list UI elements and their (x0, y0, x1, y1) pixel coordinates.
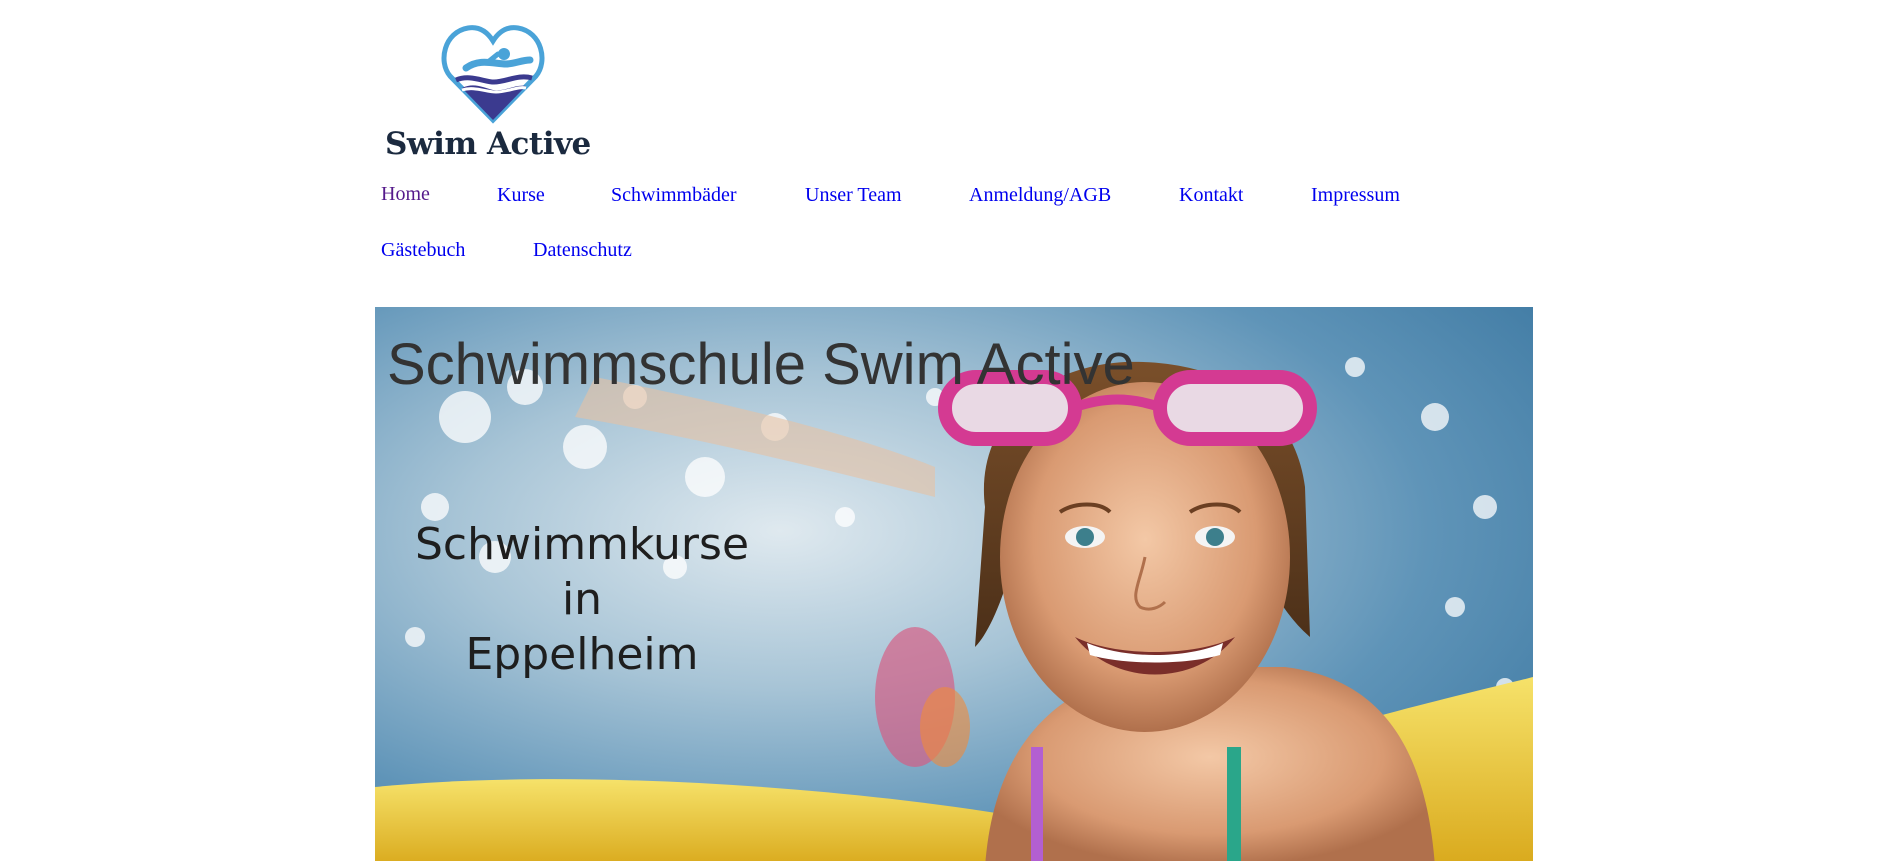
nav-link-impressum[interactable]: Impressum (1311, 184, 1400, 207)
nav-link-gaestebuch[interactable]: Gästebuch (381, 239, 465, 262)
nav-row-2: Gästebuch Datenschutz (379, 231, 1539, 286)
hero-subtitle-line-1: Schwimmkurse in (414, 519, 750, 625)
nav-link-anmeldung-agb[interactable]: Anmeldung/AGB (969, 184, 1111, 207)
nav-link-schwimmbaeder[interactable]: Schwimmbäder (611, 184, 737, 207)
swimmer-heart-icon (441, 25, 545, 124)
main-nav: Home Kurse Schwimmbäder Unser Team Anmel… (379, 176, 1539, 286)
hero-subtitle-line-2: Eppelheim (465, 629, 699, 680)
logo-text: Swim Active (385, 126, 591, 162)
hero-banner: Schwimmschule Swim Active Schwimmkurse i… (375, 307, 1533, 861)
nav-link-kurse[interactable]: Kurse (497, 184, 545, 207)
nav-row-1: Home Kurse Schwimmbäder Unser Team Anmel… (379, 176, 1539, 231)
nav-link-datenschutz[interactable]: Datenschutz (533, 239, 632, 262)
nav-link-home[interactable]: Home (381, 183, 430, 206)
hero-title: Schwimmschule Swim Active (387, 332, 1135, 397)
nav-link-kontakt[interactable]: Kontakt (1179, 184, 1243, 207)
hero-subtitle: Schwimmkurse in Eppelheim (397, 517, 767, 682)
nav-link-unser-team[interactable]: Unser Team (805, 184, 902, 207)
site-logo[interactable]: Swim Active (383, 20, 603, 165)
